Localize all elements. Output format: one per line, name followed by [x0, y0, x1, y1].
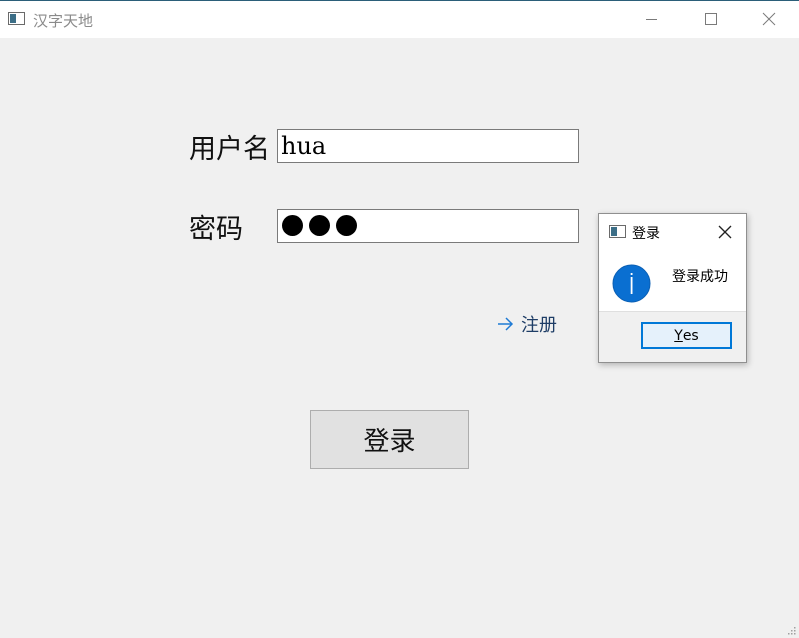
app-window-icon	[609, 225, 626, 238]
title-bar[interactable]: 汉字天地	[0, 1, 799, 38]
main-window: 汉字天地 用户名 密码 注册 登录	[0, 0, 799, 638]
password-mask-dot	[309, 215, 330, 236]
dialog-close-button[interactable]	[711, 220, 739, 244]
dialog-button-bar: Yes	[599, 311, 746, 362]
yes-button[interactable]: Yes	[641, 322, 732, 349]
yes-accelerator: Y	[674, 327, 683, 344]
login-message-dialog: 登录 登录成功 Yes	[598, 213, 747, 363]
window-title: 汉字天地	[33, 12, 94, 30]
minimize-icon	[646, 19, 657, 20]
register-link[interactable]: 注册	[496, 311, 557, 337]
resize-grip-icon[interactable]	[786, 625, 796, 635]
username-input[interactable]	[277, 129, 579, 163]
close-icon	[718, 225, 732, 239]
password-mask-dot	[336, 215, 357, 236]
password-mask-dot	[282, 215, 303, 236]
dialog-title: 登录	[632, 226, 660, 242]
password-input[interactable]	[277, 209, 579, 243]
maximize-icon	[705, 13, 717, 25]
close-icon	[762, 12, 776, 26]
register-label: 注册	[521, 315, 557, 336]
password-mask	[282, 215, 363, 236]
information-icon	[612, 264, 651, 303]
arrow-right-icon	[498, 317, 514, 331]
maximize-button[interactable]	[687, 1, 733, 38]
dialog-message: 登录成功	[672, 269, 728, 285]
username-label: 用户名	[189, 134, 270, 165]
yes-label-rest: es	[682, 327, 699, 344]
app-window-icon	[8, 12, 25, 25]
minimize-button[interactable]	[629, 1, 675, 38]
password-label: 密码	[189, 214, 243, 245]
login-button[interactable]: 登录	[310, 410, 469, 469]
close-window-button[interactable]	[745, 1, 791, 38]
